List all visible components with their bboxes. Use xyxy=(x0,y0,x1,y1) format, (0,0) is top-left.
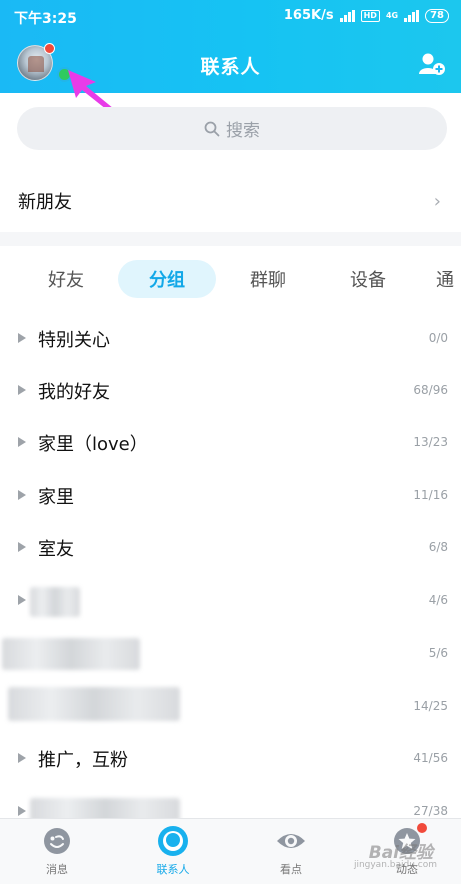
chevron-right-icon: › xyxy=(433,191,441,212)
tab-devices[interactable]: 设备 xyxy=(332,260,404,298)
group-count: 6/8 xyxy=(428,540,448,554)
expand-triangle-icon xyxy=(18,806,26,816)
group-row[interactable]: 家里 11/16 xyxy=(0,470,461,522)
group-name: 特别关心 xyxy=(38,330,110,351)
group-name: 家里（love） xyxy=(38,434,148,455)
nav-discover[interactable]: 看点 xyxy=(251,825,331,877)
blurred-group-name xyxy=(30,587,80,617)
group-row[interactable]: 4/6 xyxy=(0,575,461,627)
contacts-icon xyxy=(158,826,188,856)
group-count: 5/6 xyxy=(428,646,448,660)
signal-icon-2 xyxy=(404,9,420,22)
blurred-group-name xyxy=(8,687,180,721)
group-count: 13/23 xyxy=(413,435,448,449)
watermark-url: jingyan.baidu.com xyxy=(353,860,437,870)
group-count: 0/0 xyxy=(428,331,448,345)
net-speed: 165K/s xyxy=(283,8,334,23)
search-input[interactable]: 搜索 xyxy=(17,107,447,150)
group-row[interactable]: 14/25 xyxy=(0,681,461,733)
nav-contacts[interactable]: 联系人 xyxy=(133,825,213,877)
tab-groups[interactable]: 分组 xyxy=(118,260,216,298)
nav-messages[interactable]: 消息 xyxy=(17,825,97,877)
expand-triangle-icon xyxy=(18,385,26,395)
group-name: 推广，互粉 xyxy=(38,750,128,771)
group-count: 68/96 xyxy=(413,383,448,397)
message-icon xyxy=(44,828,70,854)
group-count: 27/38 xyxy=(413,804,448,818)
group-row[interactable]: 推广，互粉 41/56 xyxy=(0,733,461,785)
tab-friends[interactable]: 好友 xyxy=(30,260,102,298)
group-name: 家里 xyxy=(38,487,74,508)
group-row[interactable]: 家里（love） 13/23 xyxy=(0,417,461,469)
expand-triangle-icon xyxy=(18,542,26,552)
network-type: 4G xyxy=(385,10,399,20)
blurred-group-name xyxy=(2,638,140,670)
hd-badge: HD xyxy=(360,9,380,22)
group-row[interactable]: 5/6 xyxy=(0,628,461,680)
battery-icon: 78 xyxy=(425,8,449,23)
nav-label: 看点 xyxy=(280,863,302,876)
expand-triangle-icon xyxy=(18,490,26,500)
new-friends-row[interactable]: 新朋友 › xyxy=(0,173,461,228)
group-name: 室友 xyxy=(38,539,74,560)
search-icon xyxy=(204,121,220,136)
tab-group-chats[interactable]: 群聊 xyxy=(232,260,304,298)
status-time: 下午3:25 xyxy=(14,11,77,27)
tab-more[interactable]: 通 xyxy=(436,260,461,298)
section-divider xyxy=(0,232,461,246)
eye-icon xyxy=(277,834,305,848)
status-bar: 下午3:25 165K/s HD 4G 78 xyxy=(0,0,461,34)
signal-icon xyxy=(339,9,355,22)
status-indicators: 165K/s HD 4G 78 xyxy=(284,8,449,23)
group-row[interactable]: 特别关心 0/0 xyxy=(0,313,461,365)
expand-triangle-icon xyxy=(18,753,26,763)
group-count: 41/56 xyxy=(413,751,448,765)
group-count: 14/25 xyxy=(413,699,448,713)
add-friend-icon[interactable] xyxy=(419,52,445,76)
search-placeholder: 搜索 xyxy=(226,121,260,141)
expand-triangle-icon xyxy=(18,437,26,447)
group-name: 我的好友 xyxy=(38,382,110,403)
expand-triangle-icon xyxy=(18,595,26,605)
group-row[interactable]: 室友 6/8 xyxy=(0,522,461,574)
nav-label: 消息 xyxy=(46,863,68,876)
new-friends-label: 新朋友 xyxy=(18,191,72,213)
group-count: 11/16 xyxy=(413,488,448,502)
expand-triangle-icon xyxy=(18,333,26,343)
notification-badge xyxy=(417,823,427,833)
nav-label: 联系人 xyxy=(156,863,190,876)
group-row[interactable]: 我的好友 68/96 xyxy=(0,365,461,417)
contact-tabs: 好友 分组 群聊 设备 通 xyxy=(0,260,461,300)
group-count: 4/6 xyxy=(428,593,448,607)
